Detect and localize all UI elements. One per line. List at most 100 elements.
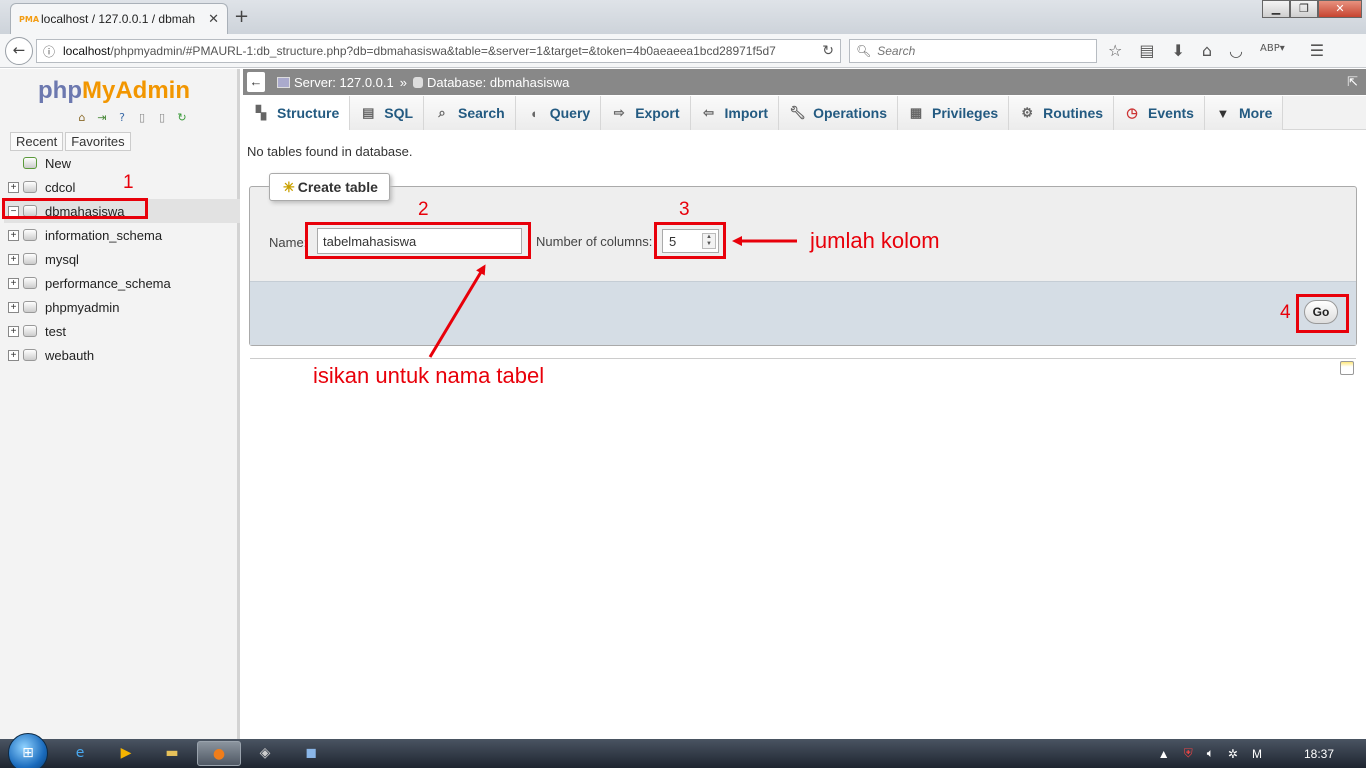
home-icon[interactable]: ⌂	[74, 110, 90, 126]
routines-icon: ⚙	[1021, 105, 1033, 120]
tray-security-icon[interactable]: ⛨	[1184, 746, 1193, 761]
docs-icon[interactable]: ▯	[134, 110, 150, 126]
expand-icon[interactable]: +	[8, 181, 19, 193]
database-icon	[23, 181, 37, 193]
breadcrumb-arrow-icon[interactable]: ⇱	[1347, 74, 1358, 90]
tab-events[interactable]: ◷ Events	[1114, 96, 1205, 130]
site-info-icon[interactable]: ⓘ	[43, 43, 55, 60]
tab-routines[interactable]: ⚙ Routines	[1009, 96, 1115, 130]
windows-start-icon[interactable]: ⊞	[8, 733, 48, 768]
annotation-number-3: 3	[679, 199, 690, 220]
app-icon[interactable]: ◈	[243, 741, 287, 766]
tab-privileges[interactable]: ▦ Privileges	[898, 96, 1010, 130]
download-icon[interactable]: ⬇	[1171, 41, 1184, 60]
tab-operations[interactable]: 🔧︎ Operations	[779, 96, 898, 130]
tab-sql[interactable]: ▤ SQL	[350, 96, 425, 130]
console-icon[interactable]	[1340, 361, 1354, 375]
tab-import[interactable]: ⇦ Import	[690, 96, 780, 130]
back-icon[interactable]: ←	[5, 37, 33, 65]
tab-close-icon[interactable]: ✕	[208, 12, 219, 27]
recent-button[interactable]: Recent	[10, 132, 64, 151]
minimize-icon[interactable]: ▁	[1262, 0, 1290, 18]
divider	[250, 358, 1356, 359]
window-close-icon[interactable]: ✕	[1318, 0, 1362, 18]
tree-item-webauth[interactable]: + webauth	[4, 343, 240, 367]
expand-icon[interactable]: +	[8, 229, 19, 241]
database-tree: New + cdcol − dbmahasiswa + information_…	[4, 151, 240, 367]
favorites-button[interactable]: Favorites	[65, 132, 131, 151]
breadcrumb-separator: »	[399, 74, 407, 90]
firefox-icon[interactable]: ●	[197, 741, 241, 766]
settings-icon[interactable]: ▯	[154, 110, 170, 126]
maximize-icon[interactable]: ❐	[1290, 0, 1318, 18]
tree-label: performance_schema	[45, 275, 171, 291]
ie-icon[interactable]: e	[58, 741, 102, 766]
virtualbox-icon[interactable]: ◼	[289, 741, 333, 766]
windows-taskbar: ⊞ e ▶ ▬ ● ◈ ◼ ▲ ⛨ 🔈︎ ✲ M 18:37	[0, 733, 1366, 768]
tree-label: webauth	[45, 347, 95, 363]
tab-label: Events	[1148, 105, 1194, 121]
clock[interactable]: 18:37	[1304, 747, 1334, 761]
tray-m-label[interactable]: M	[1252, 747, 1262, 761]
browser-tab[interactable]: PMA localhost / 127.0.0.1 / dbmah ✕	[10, 3, 228, 34]
tab-label: Import	[724, 105, 769, 121]
tree-item-phpmyadmin[interactable]: + phpmyadmin	[4, 295, 240, 319]
refresh-icon[interactable]: ↻	[174, 110, 190, 126]
tab-structure[interactable]: ▚ Structure	[243, 96, 351, 130]
collapse-panel-icon[interactable]: ←	[247, 72, 265, 92]
home-icon[interactable]: ⌂	[1202, 41, 1212, 60]
breadcrumb-server[interactable]: Server: 127.0.0.1	[294, 75, 394, 90]
logout-icon[interactable]: ⇥	[94, 110, 110, 126]
search-box[interactable]: 🔍︎	[849, 39, 1097, 63]
expand-icon[interactable]: +	[8, 301, 19, 313]
highlight-columns-input	[654, 222, 726, 259]
address-bar[interactable]: ⓘ localhost/phpmyadmin/#PMAURL-1:db_stru…	[36, 39, 841, 63]
bookmarks-list-icon[interactable]: ▤	[1139, 41, 1154, 60]
explorer-folder-icon[interactable]: ▬	[150, 741, 194, 766]
breadcrumb-database[interactable]: Database: dbmahasiswa	[427, 75, 569, 90]
network-icon[interactable]: ✲	[1228, 747, 1238, 761]
tree-label: cdcol	[45, 179, 76, 195]
tab-label: SQL	[384, 105, 414, 121]
expand-icon[interactable]: +	[8, 325, 19, 337]
tab-export[interactable]: ⇨ Export	[601, 96, 691, 130]
tree-item-information-schema[interactable]: + information_schema	[4, 223, 240, 247]
wrench-icon: 🔧︎	[789, 105, 806, 120]
media-player-icon[interactable]: ▶	[104, 741, 148, 766]
tray-arrow-icon[interactable]: ▲	[1158, 747, 1170, 761]
url-path: /phpmyadmin/#PMAURL-1:db_structure.php?d…	[110, 44, 776, 58]
magnifier-icon: 🔍︎	[856, 44, 872, 58]
tree-item-mysql[interactable]: + mysql	[4, 247, 240, 271]
clock-icon: ◷	[1126, 105, 1138, 120]
new-database-icon	[23, 157, 37, 169]
volume-icon[interactable]: 🔈︎	[1207, 746, 1214, 761]
tab-more[interactable]: ▼ More	[1204, 96, 1284, 130]
tree-item-test[interactable]: + test	[4, 319, 240, 343]
database-icon	[23, 349, 37, 361]
new-tab-icon[interactable]: +	[234, 6, 249, 27]
reload-icon[interactable]: ↻	[822, 43, 834, 59]
tree-item-new[interactable]: New	[4, 151, 240, 175]
server-icon	[277, 76, 290, 88]
help-icon[interactable]: ?	[114, 110, 130, 126]
screen: PMA localhost / 127.0.0.1 / dbmah ✕ + ▁ …	[0, 0, 1366, 768]
annotation-jumlah-kolom: jumlah kolom	[810, 228, 940, 253]
bookmark-star-icon[interactable]: ☆	[1108, 41, 1122, 60]
adblock-icon[interactable]: ABP▾	[1260, 41, 1285, 60]
columns-label: Number of columns:	[536, 234, 653, 249]
expand-icon[interactable]: +	[8, 277, 19, 289]
tab-label: Search	[458, 105, 505, 121]
search-input[interactable]	[877, 44, 1090, 58]
tab-search[interactable]: ⌕ Search	[424, 96, 516, 130]
menu-icon[interactable]: ☰	[1310, 41, 1324, 60]
tab-label: Query	[549, 105, 591, 121]
pocket-icon[interactable]: ◡	[1229, 41, 1243, 60]
tree-item-performance-schema[interactable]: + performance_schema	[4, 271, 240, 295]
tree-item-cdcol[interactable]: + cdcol	[4, 175, 240, 199]
expand-icon[interactable]: +	[8, 253, 19, 265]
tab-query[interactable]: ◖ Query	[515, 96, 602, 130]
phpmyadmin-logo[interactable]: phpMyAdmin	[38, 77, 190, 105]
expand-icon[interactable]: +	[8, 349, 19, 361]
sql-icon: ▤	[362, 105, 375, 120]
no-tables-notice: No tables found in database.	[247, 144, 413, 159]
